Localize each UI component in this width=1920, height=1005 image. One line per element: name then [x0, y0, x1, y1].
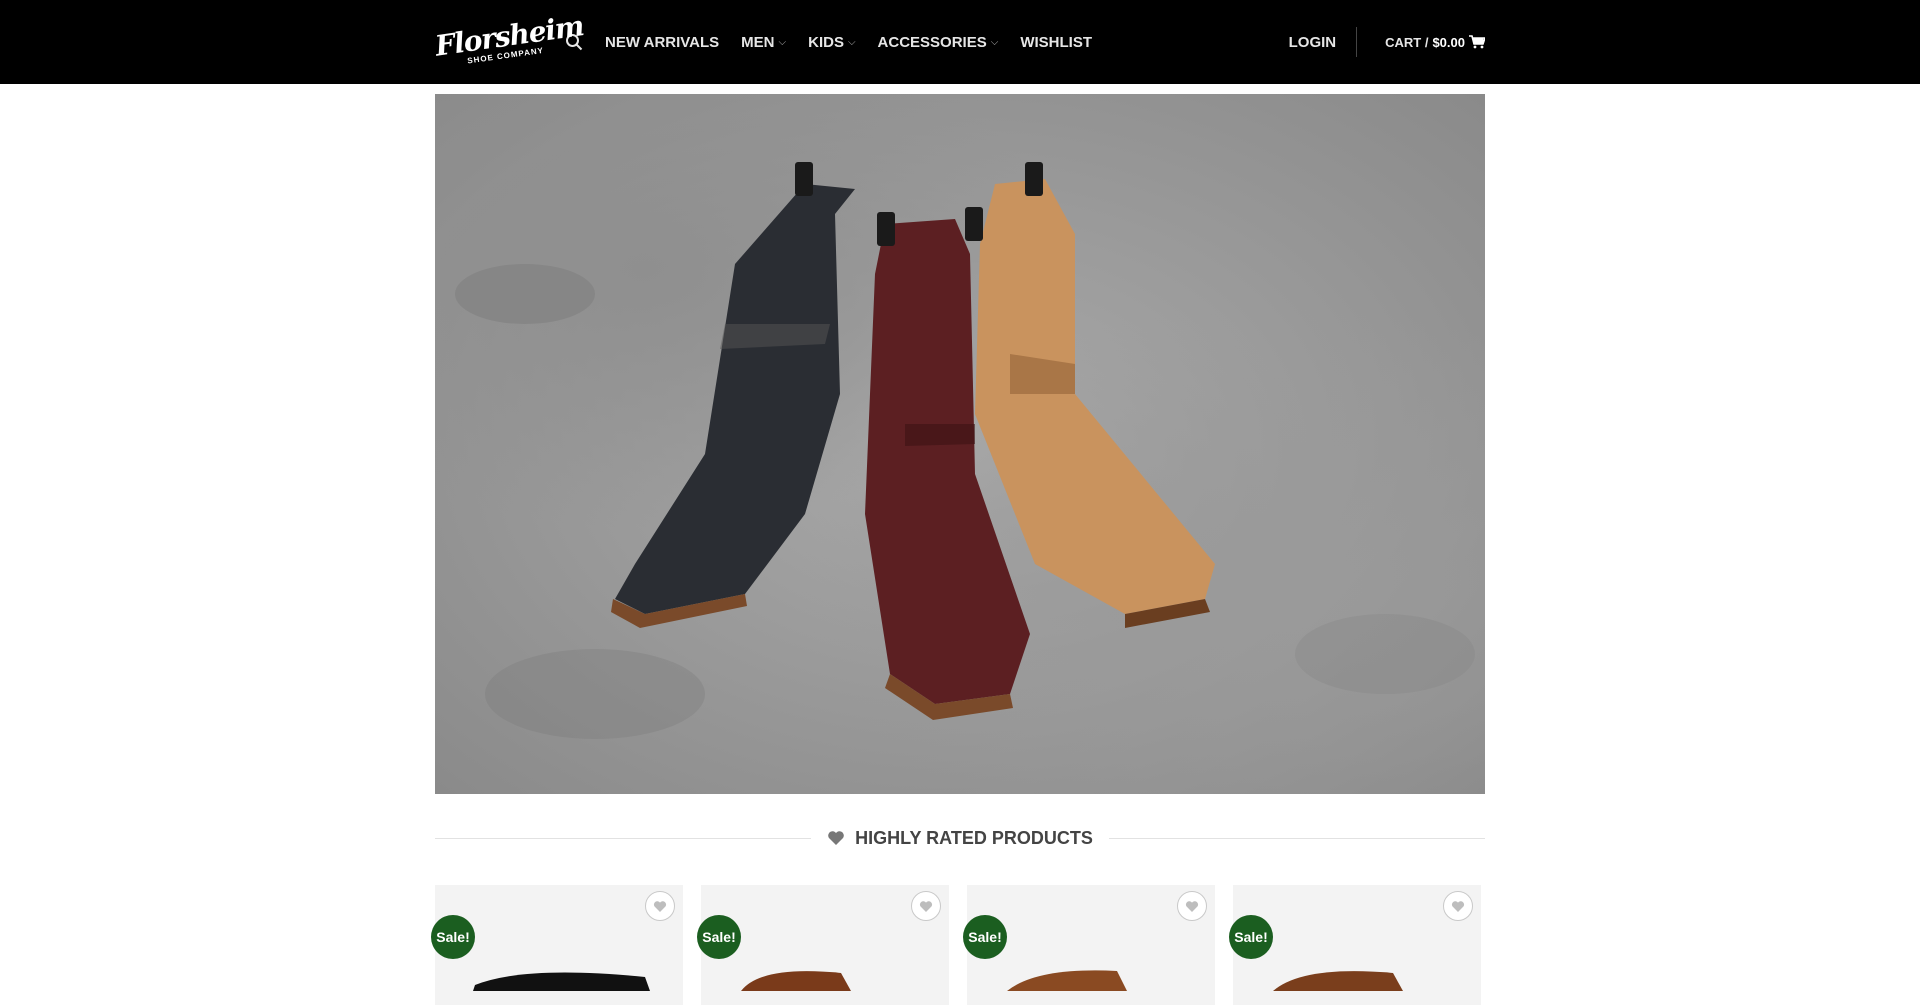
- cart-link[interactable]: CART / $0.00: [1385, 35, 1485, 50]
- shoe-image: [1273, 971, 1403, 991]
- nav-men[interactable]: MEN ⌵: [741, 34, 786, 51]
- chevron-down-icon: ⌵: [778, 36, 787, 48]
- wishlist-heart-icon[interactable]: [645, 891, 675, 921]
- shoe-image: [473, 972, 650, 991]
- chevron-down-icon: ⌵: [990, 36, 999, 48]
- sale-badge: Sale!: [697, 915, 741, 959]
- wishlist-heart-icon[interactable]: [1177, 891, 1207, 921]
- section-title: HIGHLY RATED PRODUCTS: [855, 827, 1093, 848]
- section-title-wrap: HIGHLY RATED PRODUCTS: [811, 828, 1109, 849]
- heart-icon: [828, 831, 844, 845]
- login-link[interactable]: LOGIN: [1289, 34, 1337, 51]
- nav-label: WISHLIST: [1020, 33, 1093, 51]
- shoe-image: [1007, 970, 1127, 991]
- divider-line: [1108, 837, 1486, 839]
- sale-badge: Sale!: [1229, 915, 1273, 959]
- cart-label: CART /: [1385, 34, 1429, 50]
- header-divider: [1356, 27, 1358, 57]
- nav-wishlist[interactable]: WISHLIST: [1020, 34, 1092, 51]
- divider-line: [435, 837, 812, 839]
- main-nav: NEW ARRIVALS MEN ⌵ KIDS ⌵ ACCESSORIES ⌵ …: [605, 34, 1092, 51]
- cart-icon: [1469, 35, 1485, 49]
- product-grid: Sale! Sale! Sale! Sale!: [431, 885, 1485, 1005]
- sale-badge: Sale!: [963, 915, 1007, 959]
- brand-logo[interactable]: Florsheim SHOE COMPANY: [433, 9, 585, 67]
- section-header: HIGHLY RATED PRODUCTS: [435, 820, 1486, 856]
- site-header: Florsheim SHOE COMPANY NEW ARRIVALS MEN …: [0, 0, 1920, 84]
- product-card[interactable]: Sale!: [431, 885, 683, 1005]
- wishlist-heart-icon[interactable]: [1443, 891, 1473, 921]
- nav-kids[interactable]: KIDS ⌵: [808, 34, 855, 51]
- nav-label: ACCESSORIES: [877, 33, 987, 51]
- sale-badge: Sale!: [431, 915, 475, 959]
- nav-label: KIDS: [808, 33, 844, 51]
- cart-amount: $0.00: [1432, 34, 1465, 50]
- header-inner: Florsheim SHOE COMPANY NEW ARRIVALS MEN …: [433, 0, 1485, 84]
- chevron-down-icon: ⌵: [847, 36, 856, 48]
- product-card[interactable]: Sale!: [1229, 885, 1481, 1005]
- product-card[interactable]: Sale!: [963, 885, 1215, 1005]
- hero-banner[interactable]: [435, 94, 1485, 794]
- nav-label: NEW ARRIVALS: [605, 33, 720, 51]
- hero-boots-image: [455, 162, 1475, 739]
- nav-new-arrivals[interactable]: NEW ARRIVALS: [605, 34, 719, 51]
- header-actions: LOGIN CART / $0.00: [1289, 27, 1485, 57]
- wishlist-heart-icon[interactable]: [911, 891, 941, 921]
- product-card[interactable]: Sale!: [697, 885, 949, 1005]
- nav-label: MEN: [741, 33, 775, 51]
- nav-accessories[interactable]: ACCESSORIES ⌵: [878, 34, 999, 51]
- shoe-image: [741, 971, 851, 991]
